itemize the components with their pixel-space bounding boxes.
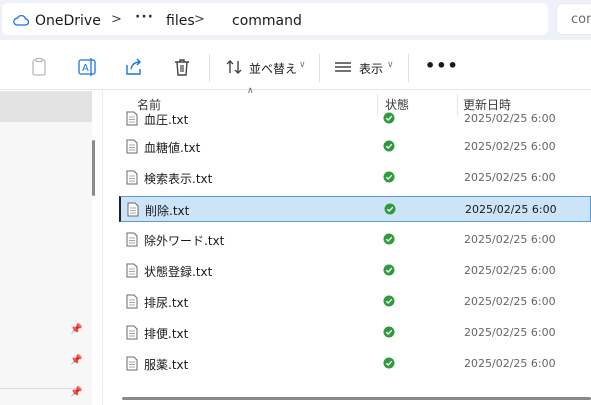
text-file-icon — [126, 232, 138, 247]
text-file-icon — [126, 139, 138, 154]
pin-icon[interactable]: 📌 — [70, 387, 82, 398]
file-modified-date: 2025/02/25 6:00 — [464, 295, 556, 308]
synced-check-icon — [383, 326, 395, 338]
file-name: 状態登録.txt — [144, 265, 213, 279]
text-file-icon — [126, 263, 138, 278]
synced-check-icon — [383, 264, 395, 276]
file-modified-date: 2025/02/25 6:00 — [465, 203, 557, 216]
view-button[interactable]: 表示 — [359, 60, 383, 77]
file-name: 排便.txt — [144, 327, 189, 341]
rename-icon[interactable]: A — [77, 57, 97, 77]
file-row[interactable]: 服薬.txt 2025/02/25 6:00 — [120, 351, 591, 377]
file-name: 血糖値.txt — [144, 141, 201, 155]
file-row[interactable]: 状態登録.txt 2025/02/25 6:00 — [120, 258, 591, 284]
text-file-icon — [126, 170, 138, 185]
command-bar: A 並べ替え ∨ 表示 ∨ ••• — [0, 40, 591, 90]
view-icon[interactable] — [333, 57, 353, 77]
file-row[interactable]: 検索表示.txt 2025/02/25 6:00 — [120, 165, 591, 191]
synced-check-icon — [383, 112, 395, 124]
text-file-icon — [126, 294, 138, 309]
synced-check-icon — [383, 295, 395, 307]
breadcrumb-onedrive[interactable]: OneDrive — [35, 13, 101, 29]
file-modified-date: 2025/02/25 6:00 — [464, 264, 556, 277]
chevron-down-icon[interactable]: ∨ — [299, 60, 306, 70]
file-row[interactable]: 排尿.txt 2025/02/25 6:00 — [120, 289, 591, 315]
file-row[interactable]: 血圧.txt 2025/02/25 6:00 — [120, 106, 591, 132]
pin-icon[interactable]: 📌 — [70, 324, 82, 335]
share-icon[interactable] — [124, 57, 144, 77]
synced-check-icon — [383, 233, 395, 245]
file-name: 血圧.txt — [144, 113, 189, 127]
address-bar[interactable]: OneDrive > ··· > files command — [2, 3, 548, 35]
file-modified-date: 2025/02/25 6:00 — [464, 326, 556, 339]
text-file-icon — [126, 356, 138, 371]
navigation-pane: 📌 📌 📌 — [0, 91, 92, 405]
synced-check-icon — [383, 171, 395, 183]
breadcrumb-command[interactable]: command — [232, 13, 302, 29]
nav-divider — [0, 388, 78, 389]
pane-divider[interactable] — [102, 91, 103, 405]
trash-icon[interactable] — [172, 57, 192, 77]
paste-icon[interactable] — [29, 57, 49, 77]
text-file-icon — [126, 111, 138, 126]
search-input[interactable]: con — [556, 3, 591, 35]
sort-up-icon: ∧ — [247, 86, 254, 96]
file-name: 検索表示.txt — [144, 172, 213, 186]
more-options-button[interactable]: ••• — [425, 56, 459, 75]
file-row[interactable]: 排便.txt 2025/02/25 6:00 — [120, 320, 591, 346]
file-modified-date: 2025/02/25 6:00 — [464, 112, 556, 125]
chevron-right-icon[interactable]: > — [111, 12, 122, 27]
pin-icon[interactable]: 📌 — [70, 355, 82, 366]
horizontal-scrollbar[interactable] — [122, 397, 591, 400]
synced-check-icon — [383, 357, 395, 369]
search-placeholder: con — [571, 12, 591, 27]
text-file-icon — [127, 202, 139, 217]
toolbar-divider — [209, 54, 210, 82]
file-row[interactable]: 削除.txt 2025/02/25 6:00 — [119, 196, 591, 222]
sort-button[interactable]: 並べ替え — [249, 60, 297, 77]
text-file-icon — [126, 325, 138, 340]
toolbar-divider — [408, 54, 409, 82]
cloud-icon — [13, 14, 29, 26]
file-modified-date: 2025/02/25 6:00 — [464, 171, 556, 184]
svg-text:A: A — [82, 63, 89, 74]
chevron-down-icon[interactable]: ∨ — [387, 60, 394, 70]
chevron-right-icon[interactable]: > — [194, 12, 205, 27]
file-row[interactable]: 血糖値.txt 2025/02/25 6:00 — [120, 134, 591, 160]
file-modified-date: 2025/02/25 6:00 — [464, 357, 556, 370]
toolbar-divider — [319, 54, 320, 82]
sort-icon[interactable] — [224, 57, 244, 77]
file-name: 除外ワード.txt — [144, 234, 225, 248]
nav-selected-item[interactable] — [0, 91, 92, 122]
file-name: 排尿.txt — [144, 296, 189, 310]
file-modified-date: 2025/02/25 6:00 — [464, 233, 556, 246]
nav-scrollbar[interactable] — [92, 140, 95, 196]
breadcrumb-files[interactable]: files — [166, 13, 195, 29]
file-modified-date: 2025/02/25 6:00 — [464, 140, 556, 153]
synced-check-icon — [384, 203, 396, 215]
breadcrumb-overflow[interactable]: ··· — [135, 9, 154, 25]
file-name: 服薬.txt — [144, 358, 189, 372]
file-name: 削除.txt — [145, 204, 190, 218]
address-bar-row: OneDrive > ··· > files command con — [0, 0, 591, 40]
file-row[interactable]: 除外ワード.txt 2025/02/25 6:00 — [120, 227, 591, 253]
synced-check-icon — [383, 140, 395, 152]
